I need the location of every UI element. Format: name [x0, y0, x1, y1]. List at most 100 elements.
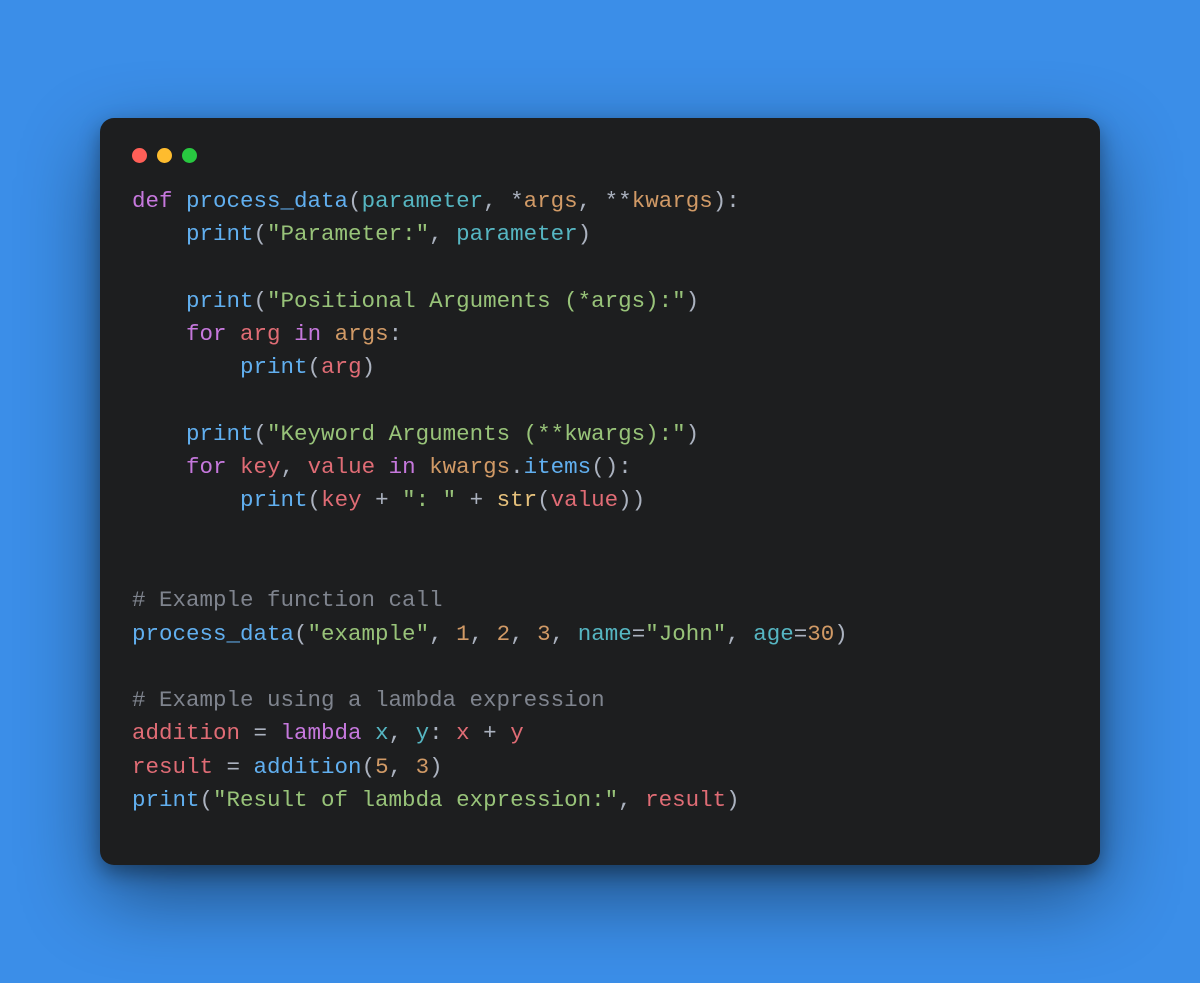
keyword-in: in	[294, 321, 321, 347]
punct-rparen: )	[686, 288, 700, 314]
op-eq: =	[213, 754, 254, 780]
punct-comma: ,	[578, 188, 605, 214]
punct-comma: ,	[429, 221, 456, 247]
string-example: "example"	[308, 621, 430, 647]
var-value: value	[308, 454, 376, 480]
op-plus: +	[362, 487, 403, 513]
string-parameter-label: "Parameter:"	[267, 221, 429, 247]
punct-rparen: )	[429, 754, 443, 780]
var-x: x	[456, 720, 470, 746]
punct-comma: ,	[551, 621, 578, 647]
var-arg: arg	[321, 354, 362, 380]
var-result: result	[645, 787, 726, 813]
number-30: 30	[807, 621, 834, 647]
punct-lparen: (	[308, 354, 322, 380]
var-value: value	[551, 487, 619, 513]
punct-rparen: )	[632, 487, 646, 513]
number-2: 2	[497, 621, 511, 647]
punct-rparen: )	[362, 354, 376, 380]
punct-dot: .	[510, 454, 524, 480]
keyword-lambda: lambda	[281, 720, 362, 746]
punct-colon: :	[618, 454, 632, 480]
punct-comma: ,	[510, 621, 537, 647]
param-args: args	[524, 188, 578, 214]
punct-colon: :	[429, 720, 443, 746]
var-addition: addition	[132, 720, 240, 746]
string-lambda-result-label: "Result of lambda expression:"	[213, 787, 618, 813]
punct-comma: ,	[429, 621, 456, 647]
code-window: def process_data(parameter, *args, **kwa…	[100, 118, 1100, 866]
punct-lparen: (	[254, 288, 268, 314]
call-print: print	[186, 221, 254, 247]
punct-rparen: )	[618, 487, 632, 513]
builtin-str: str	[497, 487, 538, 513]
keyword-def: def	[132, 188, 173, 214]
function-name: process_data	[186, 188, 348, 214]
punct-star: *	[510, 188, 524, 214]
lambda-param-x: x	[375, 720, 389, 746]
punct-comma: ,	[389, 754, 416, 780]
number-3b: 3	[416, 754, 430, 780]
number-5: 5	[375, 754, 389, 780]
punct-lparen: (	[200, 787, 214, 813]
call-print: print	[132, 787, 200, 813]
code-block: def process_data(parameter, *args, **kwa…	[130, 185, 1070, 818]
keyword-for: for	[186, 454, 227, 480]
op-plus: +	[470, 720, 511, 746]
punct-lparen: (	[254, 421, 268, 447]
method-items: items	[524, 454, 592, 480]
op-eq: =	[240, 720, 281, 746]
punct-dstar: **	[605, 188, 632, 214]
zoom-icon[interactable]	[182, 148, 197, 163]
comment-example-lambda: # Example using a lambda expression	[132, 687, 605, 713]
var-y: y	[510, 720, 524, 746]
punct-lparen: (	[537, 487, 551, 513]
punct-comma: ,	[389, 720, 416, 746]
close-icon[interactable]	[132, 148, 147, 163]
punct-lparen: (	[254, 221, 268, 247]
punct-rparen: )	[713, 188, 727, 214]
param-parameter: parameter	[362, 188, 484, 214]
punct-comma: ,	[483, 188, 510, 214]
number-3: 3	[537, 621, 551, 647]
punct-rparen: )	[605, 454, 619, 480]
var-arg: arg	[240, 321, 281, 347]
kwarg-name: name	[578, 621, 632, 647]
punct-lparen: (	[362, 754, 376, 780]
ident-args: args	[335, 321, 389, 347]
punct-lparen: (	[308, 487, 322, 513]
string-keyword-label: "Keyword Arguments (**kwargs):"	[267, 421, 686, 447]
punct-colon: :	[389, 321, 403, 347]
punct-rparen: )	[578, 221, 592, 247]
var-key: key	[321, 487, 362, 513]
var-result: result	[132, 754, 213, 780]
punct-lparen: (	[294, 621, 308, 647]
keyword-for: for	[186, 321, 227, 347]
string-colon-space: ": "	[402, 487, 456, 513]
punct-lparen: (	[348, 188, 362, 214]
call-print: print	[240, 354, 308, 380]
punct-comma: ,	[281, 454, 308, 480]
punct-rparen: )	[726, 787, 740, 813]
lambda-param-y: y	[416, 720, 430, 746]
call-addition: addition	[254, 754, 362, 780]
kwarg-age: age	[753, 621, 794, 647]
punct-comma: ,	[618, 787, 645, 813]
call-print: print	[186, 421, 254, 447]
minimize-icon[interactable]	[157, 148, 172, 163]
op-eq: =	[632, 621, 646, 647]
call-print: print	[186, 288, 254, 314]
ident-kwargs: kwargs	[429, 454, 510, 480]
var-key: key	[240, 454, 281, 480]
punct-comma: ,	[470, 621, 497, 647]
call-print: print	[240, 487, 308, 513]
string-john: "John"	[645, 621, 726, 647]
op-plus: +	[456, 487, 497, 513]
window-traffic-lights	[130, 144, 1070, 185]
number-1: 1	[456, 621, 470, 647]
op-eq: =	[794, 621, 808, 647]
ident-parameter: parameter	[456, 221, 578, 247]
punct-comma: ,	[726, 621, 753, 647]
punct-colon: :	[726, 188, 740, 214]
string-positional-label: "Positional Arguments (*args):"	[267, 288, 686, 314]
